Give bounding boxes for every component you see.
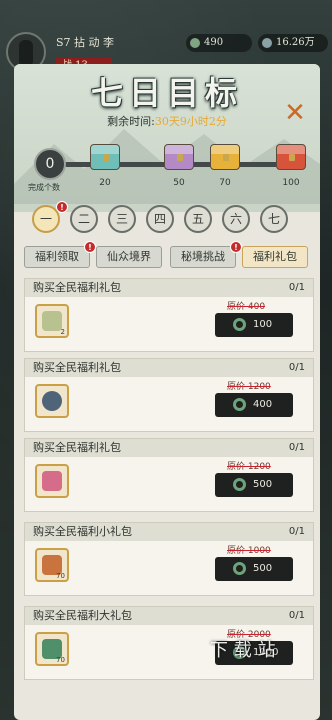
pack-icon[interactable]: 70 (35, 632, 69, 666)
pack-icon[interactable] (35, 464, 69, 498)
page-title: 七日目标 (90, 74, 243, 112)
pack-icon[interactable]: 70 (35, 548, 69, 582)
reward-chest-20[interactable] (90, 144, 120, 170)
original-price: 原价 1000 (227, 546, 271, 556)
tab-welfare-pack[interactable]: 福利礼包 (242, 246, 308, 268)
reward-chest-100[interactable] (276, 144, 306, 170)
original-price: 原价 1200 (227, 462, 271, 472)
pack-title: 购买全民福利小礼包 (33, 525, 132, 538)
tab-welfare-claim[interactable]: 福利领取 (24, 246, 90, 268)
pack-title: 购买全民福利礼包 (33, 281, 121, 294)
buy-button[interactable]: 500 (215, 473, 293, 497)
jade-icon (233, 398, 246, 411)
chest-threshold: 70 (219, 178, 231, 188)
seven-day-goal-panel: 七日目标 ✕ 剩余时间:30天9小时2分 0 完成个数 20 50 70 100… (14, 64, 320, 720)
day-tab-4[interactable]: 四 (146, 205, 174, 233)
pack-icon[interactable] (35, 384, 69, 418)
buy-button[interactable]: 400 (215, 393, 293, 417)
progress-label: 完成个数 (28, 183, 60, 192)
watermark: 下 载 站 (210, 640, 276, 661)
original-price: 原价 1200 (227, 382, 271, 392)
pack-item: 购买全民福利小礼包 0/1 70 原价 1000 500 (24, 522, 314, 596)
resource-silver[interactable]: 16.26万 (258, 34, 328, 52)
remaining-time: 剩余时间:30天9小时2分 (107, 115, 227, 128)
chest-threshold: 50 (173, 178, 185, 188)
pack-item: 购买全民福利礼包 0/1 原价 1200 400 (24, 358, 314, 432)
jade-icon (190, 38, 200, 48)
purchase-count: 0/1 (288, 442, 305, 453)
purchase-count: 0/1 (288, 362, 305, 373)
progress-count: 0 (34, 148, 66, 180)
silver-icon (262, 38, 272, 48)
purchase-count: 0/1 (288, 526, 305, 537)
tab-immortal-realm[interactable]: 仙众境界 (96, 246, 162, 268)
day-tab-2[interactable]: 二 (70, 205, 98, 233)
jade-icon (233, 478, 246, 491)
jade-icon (233, 562, 246, 575)
pack-item: 购买全民福利礼包 0/1 原价 1200 500 (24, 438, 314, 512)
day-selector: 一 ! 二 三 四 五 六 七 (28, 201, 308, 235)
server-name: S7 拈 动 李 (56, 36, 115, 49)
buy-button[interactable]: 500 (215, 557, 293, 581)
tab-secret-challenge[interactable]: 秘境挑战 (170, 246, 236, 268)
reward-chest-70[interactable] (210, 144, 240, 170)
notification-badge: ! (84, 241, 96, 253)
panel-header: 七日目标 ✕ 剩余时间:30天9小时2分 0 完成个数 20 50 70 100 (14, 64, 320, 212)
chest-threshold: 20 (99, 178, 111, 188)
pack-icon[interactable]: 2 (35, 304, 69, 338)
purchase-count: 0/1 (288, 282, 305, 293)
category-tabs: 福利领取 ! 仙众境界 秘境挑战 ! 福利礼包 (14, 241, 320, 270)
notification-badge: ! (56, 201, 68, 213)
day-tab-6[interactable]: 六 (222, 205, 250, 233)
buy-button[interactable]: 100 (215, 313, 293, 337)
pack-title: 购买全民福利礼包 (33, 361, 121, 374)
reward-chest-50[interactable] (164, 144, 194, 170)
day-tab-3[interactable]: 三 (108, 205, 136, 233)
resource-jade[interactable]: 490 (186, 34, 252, 52)
pack-item: 购买全民福利礼包 0/1 2 原价 400 100 (24, 278, 314, 352)
chest-threshold: 100 (282, 178, 300, 188)
pack-title: 购买全民福利礼包 (33, 441, 121, 454)
day-tab-5[interactable]: 五 (184, 205, 212, 233)
notification-badge: ! (230, 241, 242, 253)
purchase-count: 0/1 (288, 610, 305, 621)
jade-icon (233, 318, 246, 331)
pack-title: 购买全民福利大礼包 (33, 609, 132, 622)
original-price: 原价 400 (227, 302, 266, 312)
day-tab-7[interactable]: 七 (260, 205, 288, 233)
